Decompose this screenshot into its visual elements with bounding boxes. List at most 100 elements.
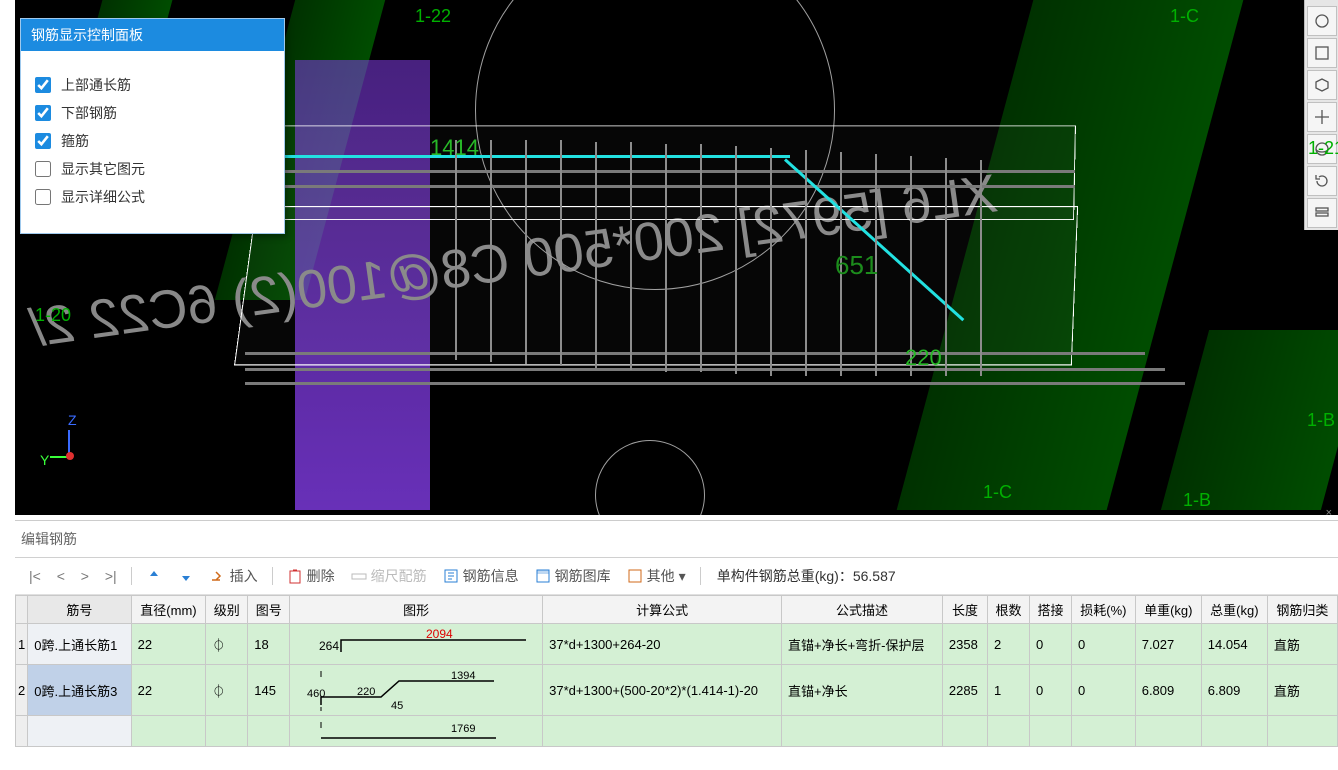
col-header[interactable]: 直径(mm)	[131, 596, 206, 624]
editor-title: 编辑钢筋	[15, 521, 1338, 558]
cell-uw[interactable]: 7.027	[1135, 624, 1201, 665]
grid-label: 1-B	[1307, 410, 1335, 431]
rebar	[245, 170, 1075, 173]
col-header[interactable]: 公式描述	[781, 596, 942, 624]
col-header[interactable]: 图形	[290, 596, 543, 624]
cell-dia[interactable]: 22	[131, 624, 206, 665]
rebar	[245, 352, 1145, 355]
other-button[interactable]: 其他 ▾	[621, 564, 692, 588]
close-icon[interactable]: ×	[1326, 507, 1332, 519]
move-down-button[interactable]	[172, 566, 200, 586]
cell-name[interactable]: 0跨.上通长筋1	[28, 624, 131, 665]
nav-next[interactable]: >	[75, 568, 95, 584]
delete-button[interactable]: 删除	[281, 564, 341, 588]
panel-checkbox-1[interactable]: 下部钢筋	[35, 103, 270, 123]
checkbox-label: 上部通长筋	[61, 75, 131, 95]
cell-formula[interactable]: 37*d+1300+264-20	[543, 624, 782, 665]
table-row[interactable]: 10跨.上通长筋122⏀18 264 2094 37*d+1300+264-20…	[16, 624, 1338, 665]
move-up-button[interactable]	[140, 566, 168, 586]
col-header[interactable]: 钢筋归类	[1267, 596, 1337, 624]
rebar-table: 筋号直径(mm)级别图号图形计算公式公式描述长度根数搭接损耗(%)单重(kg)总…	[15, 595, 1338, 747]
col-header[interactable]: 长度	[942, 596, 987, 624]
col-header[interactable]: 图号	[248, 596, 290, 624]
weight-label: 单构件钢筋总重(kg)：	[717, 568, 853, 584]
dim-b: 651	[835, 250, 878, 281]
cell-cnt[interactable]: 2	[988, 624, 1030, 665]
cell-desc[interactable]: 直锚+净长	[781, 665, 942, 716]
delete-label: 删除	[307, 566, 335, 586]
view-home-icon[interactable]	[1307, 6, 1337, 36]
grid-circle	[595, 440, 705, 515]
cell-dia[interactable]: 22	[131, 665, 206, 716]
nav-first[interactable]: |<	[23, 568, 47, 584]
checkbox[interactable]	[35, 105, 51, 121]
col-header[interactable]: 总重(kg)	[1201, 596, 1267, 624]
cell-len[interactable]: 2358	[942, 624, 987, 665]
chevron-down-icon: ▾	[679, 568, 686, 585]
cell-lap[interactable]: 0	[1030, 665, 1072, 716]
cell-fig[interactable]: 145	[248, 665, 290, 716]
checkbox-label: 显示其它图元	[61, 159, 145, 179]
svg-text:264: 264	[319, 639, 339, 653]
rebar-info-button[interactable]: 钢筋信息	[437, 564, 525, 588]
library-icon	[535, 568, 551, 584]
rebar	[245, 368, 1165, 371]
grid-label: 1-C	[983, 482, 1012, 503]
rebar-lib-button[interactable]: 钢筋图库	[529, 564, 617, 588]
view-pan-icon[interactable]	[1307, 102, 1337, 132]
panel-checkbox-3[interactable]: 显示其它图元	[35, 159, 270, 179]
cell-grade[interactable]: ⏀	[206, 624, 248, 665]
cell-lap[interactable]: 0	[1030, 624, 1072, 665]
beam-outline	[234, 206, 1078, 365]
panel-checkbox-4[interactable]: 显示详细公式	[35, 187, 270, 207]
cell-shape[interactable]: 264 2094	[290, 624, 543, 665]
cell-cat[interactable]: 直筋	[1267, 624, 1337, 665]
cell-name[interactable]: 0跨.上通长筋3	[28, 665, 131, 716]
svg-text:1394: 1394	[451, 670, 475, 682]
col-header[interactable]: 筋号	[28, 596, 131, 624]
checkbox[interactable]	[35, 189, 51, 205]
cell-desc[interactable]: 直锚+净长+弯折-保护层	[781, 624, 942, 665]
cell-tw[interactable]: 6.809	[1201, 665, 1267, 716]
col-header[interactable]: 损耗(%)	[1071, 596, 1135, 624]
cell-cat[interactable]: 直筋	[1267, 665, 1337, 716]
view-cube-icon[interactable]	[1307, 38, 1337, 68]
panel-checkbox-2[interactable]: 箍筋	[35, 131, 270, 151]
view-layers-icon[interactable]	[1307, 198, 1337, 228]
col-header[interactable]: 根数	[988, 596, 1030, 624]
svg-text:2094: 2094	[426, 628, 453, 641]
checkbox[interactable]	[35, 133, 51, 149]
col-rownum[interactable]	[16, 596, 28, 624]
cell-loss[interactable]: 0	[1071, 665, 1135, 716]
col-header[interactable]: 单重(kg)	[1135, 596, 1201, 624]
insert-button[interactable]: 插入	[204, 564, 264, 588]
table-row[interactable]: 1769	[16, 716, 1338, 747]
col-header[interactable]: 计算公式	[543, 596, 782, 624]
svg-text:460: 460	[307, 688, 325, 700]
cell-uw[interactable]: 6.809	[1135, 665, 1201, 716]
col-header[interactable]: 级别	[206, 596, 248, 624]
cell-fig[interactable]: 18	[248, 624, 290, 665]
view-rotate-icon[interactable]	[1307, 166, 1337, 196]
panel-checkbox-0[interactable]: 上部通长筋	[35, 75, 270, 95]
delete-icon	[287, 568, 303, 584]
cell-shape[interactable]: 460 220 1394 45	[290, 665, 543, 716]
nav-last[interactable]: >|	[99, 568, 123, 584]
cell-len[interactable]: 2285	[942, 665, 987, 716]
col-header[interactable]: 搭接	[1030, 596, 1072, 624]
cell-tw[interactable]: 14.054	[1201, 624, 1267, 665]
cell-formula[interactable]: 37*d+1300+(500-20*2)*(1.414-1)-20	[543, 665, 782, 716]
checkbox[interactable]	[35, 77, 51, 93]
total-weight: 单构件钢筋总重(kg)：56.587	[717, 566, 896, 586]
nav-prev[interactable]: <	[51, 568, 71, 584]
rebar-display-panel[interactable]: 钢筋显示控制面板 上部通长筋下部钢筋箍筋显示其它图元显示详细公式	[20, 18, 285, 234]
table-row[interactable]: 20跨.上通长筋322⏀145 460 220 1394 45 37*d+130…	[16, 665, 1338, 716]
cell-grade[interactable]: ⏀	[206, 665, 248, 716]
rebar-table-wrap[interactable]: 筋号直径(mm)级别图号图形计算公式公式描述长度根数搭接损耗(%)单重(kg)总…	[15, 595, 1338, 760]
cell-cnt[interactable]: 1	[988, 665, 1030, 716]
axis-gizmo: ZY	[50, 430, 90, 470]
info-label: 钢筋信息	[463, 566, 519, 586]
cell-loss[interactable]: 0	[1071, 624, 1135, 665]
checkbox[interactable]	[35, 161, 51, 177]
view-iso-icon[interactable]	[1307, 70, 1337, 100]
